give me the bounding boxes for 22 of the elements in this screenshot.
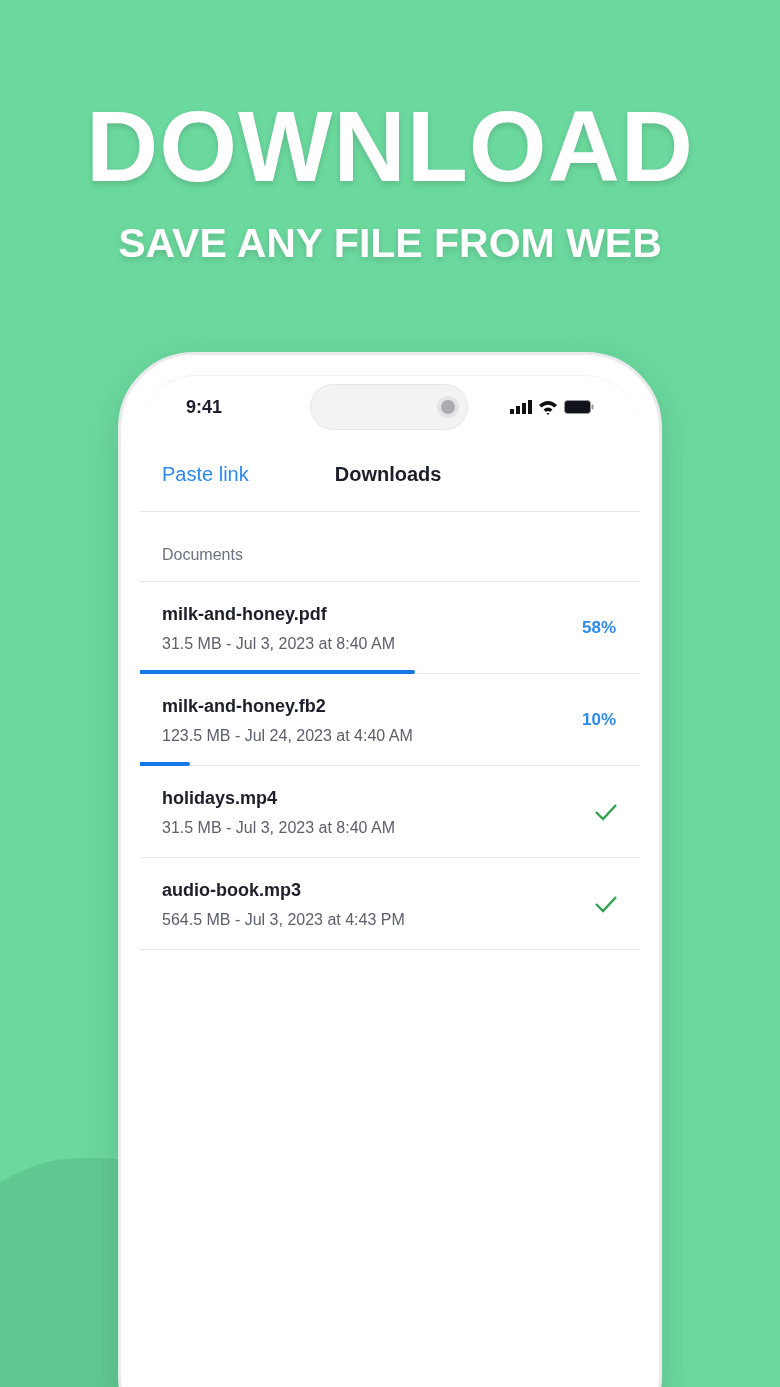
battery-icon [564,400,594,414]
file-details: 123.5 MB - Jul 24, 2023 at 4:40 AM [162,725,414,746]
subheadline: SAVE ANY FILE FROM WEB [118,219,662,268]
paste-link-button[interactable]: Paste link [162,458,249,489]
file-name: milk-and-honey.pdf [162,602,328,626]
file-name: holidays.mp4 [162,786,279,810]
file-details: 31.5 MB - Jul 3, 2023 at 8:40 AM [162,817,397,838]
wifi-icon [538,399,558,415]
checkmark-icon [594,802,618,821]
headline: DOWNLOAD [86,96,694,196]
file-details: 564.5 MB - Jul 3, 2023 at 4:43 PM [162,909,406,930]
signal-icon [510,400,532,414]
section-header: Documents [162,545,243,565]
checkmark-icon [594,894,618,913]
progress-percent: 58% [581,616,616,639]
file-details: 31.5 MB - Jul 3, 2023 at 8:40 AM [162,633,397,654]
status-time: 9:41 [186,395,224,419]
camera-icon [441,400,455,414]
file-name: audio-book.mp3 [162,878,302,902]
screen-title: Downloads [334,461,442,487]
progress-percent: 10% [581,708,616,731]
file-name: milk-and-honey.fb2 [162,694,327,718]
